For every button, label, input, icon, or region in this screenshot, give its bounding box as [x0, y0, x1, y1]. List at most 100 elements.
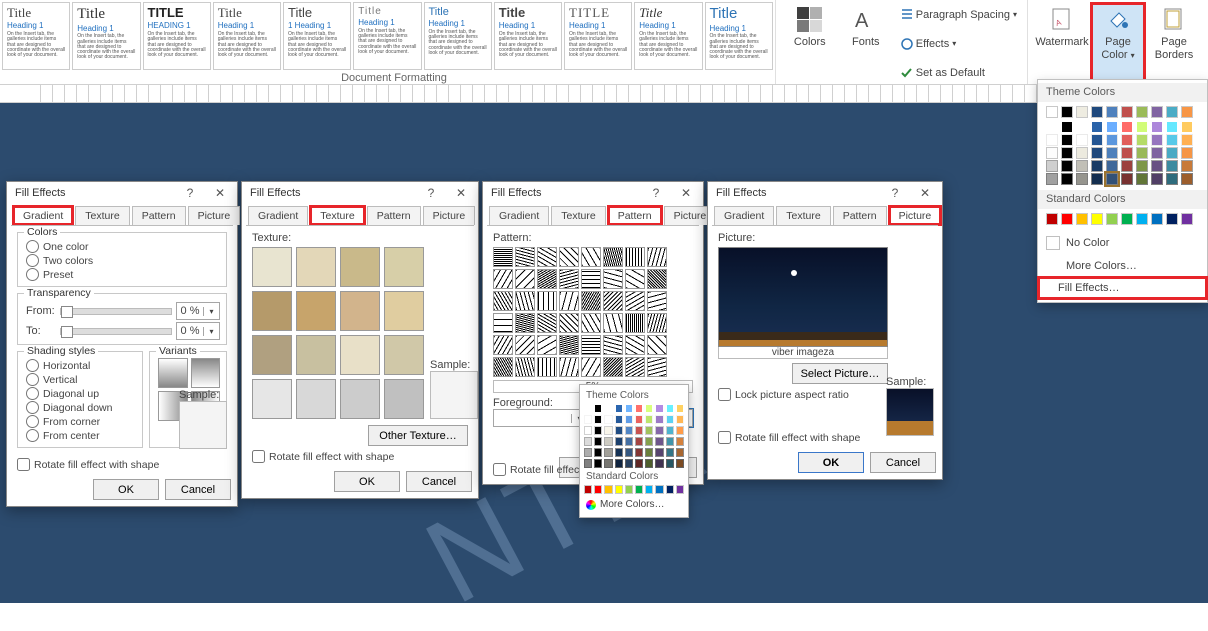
color-swatch[interactable]	[1151, 173, 1163, 185]
texture-swatch[interactable]	[252, 379, 292, 419]
texture-swatch[interactable]	[296, 379, 336, 419]
color-swatch[interactable]	[1151, 147, 1163, 159]
color-swatch[interactable]	[1121, 134, 1133, 146]
color-swatch[interactable]	[1091, 173, 1103, 185]
color-swatch[interactable]	[645, 448, 653, 457]
color-swatch[interactable]	[1121, 121, 1133, 133]
color-swatch[interactable]	[676, 415, 684, 424]
to-slider[interactable]	[60, 328, 172, 335]
pattern-swatch[interactable]	[493, 357, 513, 377]
style-thumb[interactable]: TitleHeading 1On the Insert tab, the gal…	[213, 2, 281, 70]
color-swatch[interactable]	[625, 448, 633, 457]
color-swatch[interactable]	[676, 437, 684, 446]
style-thumb[interactable]: TitleHeading 1On the Insert tab, the gal…	[2, 2, 70, 70]
watermark-button[interactable]: A Watermark	[1034, 2, 1090, 84]
color-swatch[interactable]	[1136, 134, 1148, 146]
tab-pattern[interactable]: Pattern	[367, 206, 421, 225]
pattern-swatch[interactable]	[603, 291, 623, 311]
color-swatch[interactable]	[1151, 121, 1163, 133]
color-swatch[interactable]	[625, 415, 633, 424]
texture-swatch[interactable]	[296, 291, 336, 331]
color-swatch[interactable]	[666, 404, 674, 413]
color-swatch[interactable]	[1121, 160, 1133, 172]
color-swatch[interactable]	[655, 448, 663, 457]
color-swatch[interactable]	[635, 459, 643, 468]
color-swatch[interactable]	[1106, 160, 1118, 172]
color-swatch[interactable]	[1151, 160, 1163, 172]
pattern-swatch[interactable]	[559, 269, 579, 289]
color-swatch[interactable]	[666, 459, 674, 468]
color-swatch[interactable]	[635, 437, 643, 446]
style-thumb[interactable]: TitleHeading 1On the Insert tab, the gal…	[634, 2, 702, 70]
color-swatch[interactable]	[1121, 173, 1133, 185]
color-swatch[interactable]	[615, 426, 623, 435]
color-swatch[interactable]	[1166, 121, 1178, 133]
color-swatch[interactable]	[1076, 134, 1088, 146]
color-swatch[interactable]	[1166, 173, 1178, 185]
color-swatch[interactable]	[625, 426, 633, 435]
pattern-swatch[interactable]	[537, 247, 557, 267]
color-swatch[interactable]	[1166, 160, 1178, 172]
more-colors-item[interactable]: More Colors…	[1038, 255, 1207, 277]
tab-gradient[interactable]: Gradient	[248, 206, 308, 225]
pattern-swatch[interactable]	[581, 291, 601, 311]
color-swatch[interactable]	[1061, 134, 1073, 146]
color-swatch[interactable]	[655, 426, 663, 435]
color-swatch[interactable]	[635, 415, 643, 424]
set-default-button[interactable]: Set as Default	[894, 62, 1021, 84]
color-swatch[interactable]	[615, 459, 623, 468]
pattern-swatch[interactable]	[493, 335, 513, 355]
color-swatch[interactable]	[1121, 213, 1133, 225]
pattern-swatch[interactable]	[647, 357, 667, 377]
color-swatch[interactable]	[655, 404, 663, 413]
color-swatch[interactable]	[584, 448, 592, 457]
pattern-swatch[interactable]	[515, 335, 535, 355]
color-swatch[interactable]	[1106, 121, 1118, 133]
color-swatch[interactable]	[1136, 173, 1148, 185]
color-swatch[interactable]	[1076, 106, 1088, 118]
pattern-swatch[interactable]	[625, 357, 645, 377]
color-swatch[interactable]	[1076, 147, 1088, 159]
color-swatch[interactable]	[594, 459, 602, 468]
rotate-check[interactable]	[493, 463, 506, 476]
color-swatch[interactable]	[625, 404, 633, 413]
color-swatch[interactable]	[615, 437, 623, 446]
more-colors-item[interactable]: More Colors…	[584, 496, 684, 513]
pattern-swatch[interactable]	[581, 313, 601, 333]
texture-swatch[interactable]	[252, 291, 292, 331]
page-borders-button[interactable]: Page Borders	[1146, 2, 1202, 84]
texture-swatch[interactable]	[296, 335, 336, 375]
color-swatch[interactable]	[1091, 134, 1103, 146]
color-swatch[interactable]	[604, 404, 612, 413]
lock-aspect-check[interactable]	[718, 388, 731, 401]
pattern-swatch[interactable]	[559, 291, 579, 311]
color-swatch[interactable]	[666, 437, 674, 446]
color-swatch[interactable]	[645, 485, 653, 494]
from-value[interactable]: 0 %▾	[176, 302, 220, 320]
color-swatch[interactable]	[584, 426, 592, 435]
color-swatch[interactable]	[604, 485, 612, 494]
color-swatch[interactable]	[625, 437, 633, 446]
color-swatch[interactable]	[615, 404, 623, 413]
color-swatch[interactable]	[1136, 106, 1148, 118]
pattern-swatch[interactable]	[515, 291, 535, 311]
color-swatch[interactable]	[645, 437, 653, 446]
style-thumb[interactable]: TitleHeading 1On the Insert tab, the gal…	[705, 2, 773, 70]
color-swatch[interactable]	[1166, 106, 1178, 118]
pattern-swatch[interactable]	[625, 313, 645, 333]
color-swatch[interactable]	[1151, 106, 1163, 118]
color-swatch[interactable]	[1061, 106, 1073, 118]
shading-vertical[interactable]	[26, 373, 39, 386]
rotate-check[interactable]	[252, 450, 265, 463]
color-swatch[interactable]	[1136, 160, 1148, 172]
pattern-swatch[interactable]	[581, 335, 601, 355]
pattern-swatch[interactable]	[647, 335, 667, 355]
paragraph-spacing-button[interactable]: Paragraph Spacing▾	[894, 4, 1021, 26]
select-picture-button[interactable]: Select Picture…	[792, 363, 888, 384]
color-swatch[interactable]	[655, 459, 663, 468]
color-swatch[interactable]	[1151, 134, 1163, 146]
color-swatch[interactable]	[1106, 147, 1118, 159]
texture-swatch[interactable]	[296, 247, 336, 287]
color-swatch[interactable]	[615, 415, 623, 424]
color-swatch[interactable]	[1166, 147, 1178, 159]
